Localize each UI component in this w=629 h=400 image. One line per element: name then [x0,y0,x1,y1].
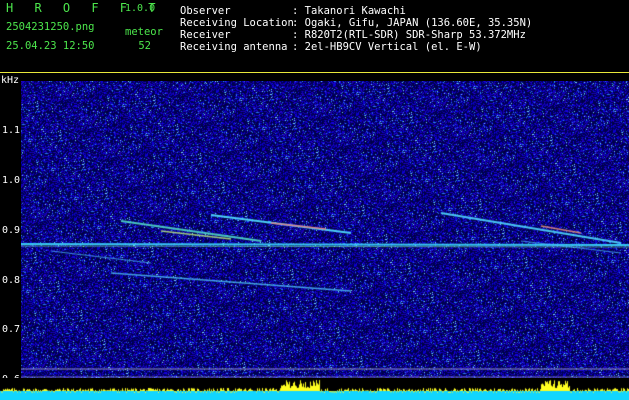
freq-tick: 0.9 [2,225,21,236]
freq-tick: 0.7 [2,324,21,335]
freq-tick: 1.0 [2,175,21,186]
meteor-count: 52 [138,40,151,52]
location-value: : Ogaki, Gifu, JAPAN (136.60E, 35.35N) [292,17,533,29]
antenna-key: Receiving antenna [180,41,288,53]
freq-tick: 0.8 [2,275,21,286]
meteor-label: meteor [125,26,163,38]
file-datetime: 25.04.23 12:50 [6,40,95,52]
header-panel: H R O F F T 1.0.0 2504231250.png 25.04.2… [0,0,629,75]
file-name: 2504231250.png [6,21,95,33]
header-divider [0,72,629,73]
antenna-value: : 2el-HB9CV Vertical (el. E-W) [292,41,482,53]
freq-tick: 1.1 [2,125,21,136]
spectrogram-display [21,81,629,378]
receiver-key: Receiver [180,29,231,41]
y-unit-label: kHz [1,75,20,86]
signal-level-meter [0,378,629,400]
app-version: 1.0.0 [125,3,156,14]
location-key: Receiving Location [180,17,294,29]
receiver-value: : R820T2(RTL-SDR) SDR-Sharp 53.372MHz [292,29,526,41]
observer-value: : Takanori Kawachi [292,5,406,17]
observer-key: Observer [180,5,231,17]
